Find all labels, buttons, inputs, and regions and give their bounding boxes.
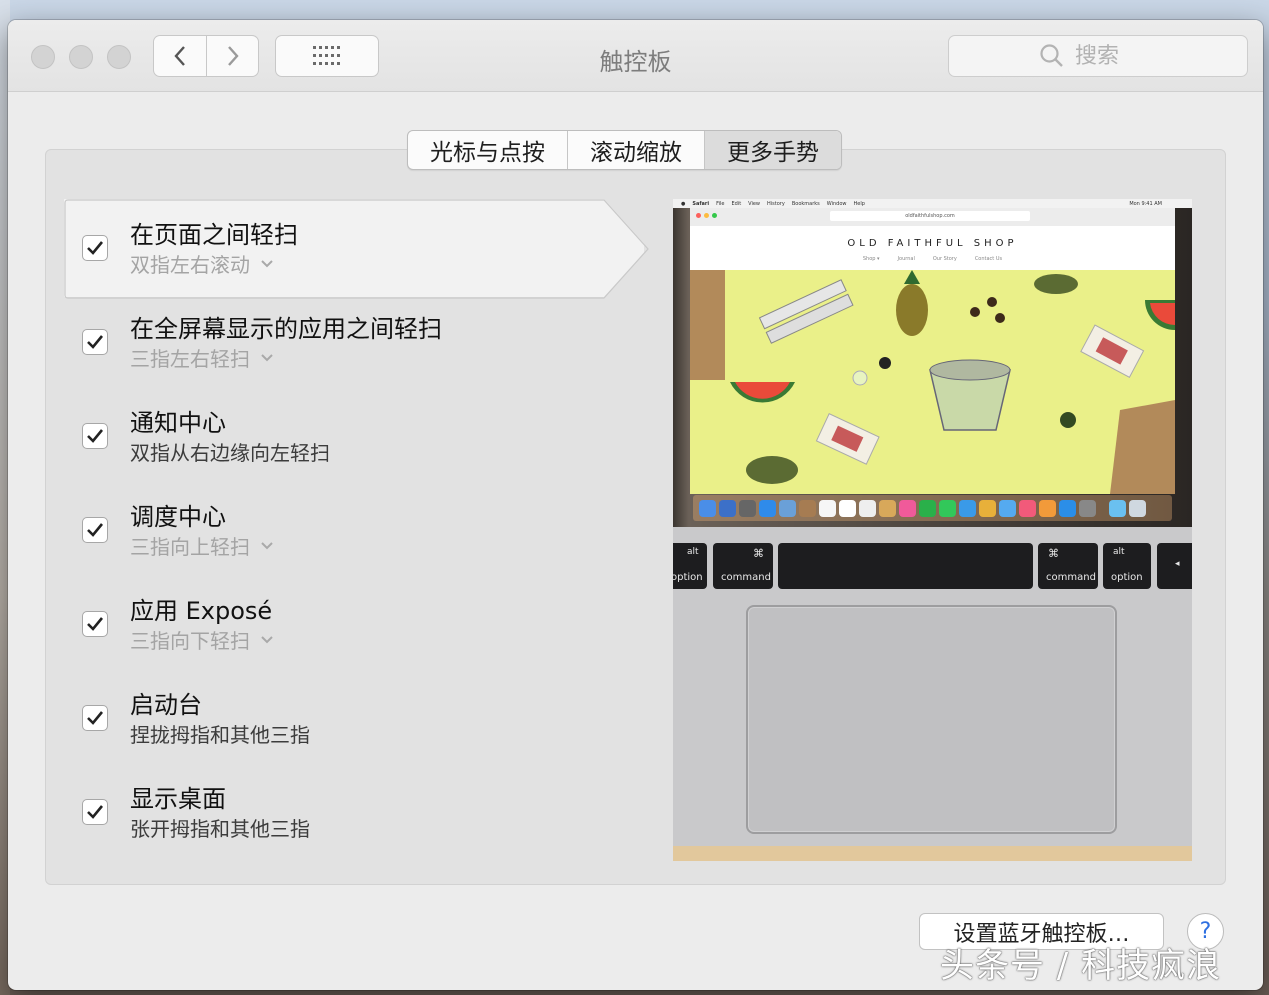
preview-menubar: ● Safari File Edit View History Bookmark… (673, 199, 1192, 208)
preview-keyboard: alt option ⌘ command ⌘ command alt optio… (673, 543, 1192, 593)
gesture-title: 应用 Exposé (130, 597, 273, 625)
tab-bar: 光标与点按 滚动缩放 更多手势 (407, 130, 842, 170)
gesture-subtitle: 双指左右滚动 (130, 253, 250, 277)
key-option-right: alt option (1103, 543, 1151, 589)
checkmark-icon (87, 617, 104, 631)
menubar-clock: Mon 9:41 AM (1129, 200, 1162, 207)
gesture-subtitle: 捏拢拇指和其他三指 (130, 723, 310, 747)
preview-browser-window: oldfaithfulshop.com OLD FAITHFUL SHOP Sh… (690, 208, 1175, 494)
key-arrow-left: ◂ (1157, 543, 1192, 589)
search-field[interactable] (948, 35, 1248, 77)
preview-screen: ● Safari File Edit View History Bookmark… (673, 199, 1192, 527)
search-input[interactable] (1073, 42, 1157, 70)
checkbox-notification-center[interactable] (82, 423, 108, 449)
watermark: 头条号 / 科技疯浪 (940, 946, 1222, 986)
menu-item: Bookmarks (791, 200, 820, 207)
checkbox-app-expose[interactable] (82, 611, 108, 637)
browser-address-bar: oldfaithfulshop.com (830, 211, 1030, 221)
gesture-title: 在页面之间轻扫 (130, 221, 298, 249)
preferences-window: 触控板 光标与点按 滚动缩放 更多手势 在页面之间轻扫 双指左右滚动 (8, 20, 1263, 990)
gesture-item-app-expose[interactable]: 应用 Exposé 三指向下轻扫 (64, 575, 644, 673)
checkmark-icon (87, 805, 104, 819)
gesture-item-mission-control[interactable]: 调度中心 三指向上轻扫 (64, 481, 644, 579)
preview-dock (693, 495, 1172, 521)
menu-item: Edit (731, 200, 742, 207)
product-illustration (690, 270, 1175, 494)
key-command-right: ⌘ command (1038, 543, 1098, 589)
gesture-item-show-desktop[interactable]: 显示桌面 张开拇指和其他三指 (64, 763, 644, 861)
menu-item: Window (826, 200, 847, 207)
gesture-subtitle-menu[interactable]: 三指左右轻扫 (130, 343, 274, 372)
checkbox-swipe-fullscreen-apps[interactable] (82, 329, 108, 355)
shop-header: OLD FAITHFUL SHOP Shop ▾ Journal Our Sto… (690, 226, 1175, 270)
gesture-subtitle: 三指左右轻扫 (130, 347, 250, 371)
shop-title: OLD FAITHFUL SHOP (847, 238, 1018, 249)
gesture-subtitle: 双指从右边缘向左轻扫 (130, 441, 330, 465)
browser-toolbar: oldfaithfulshop.com (690, 208, 1175, 227)
shop-nav-item: Shop ▾ (862, 256, 880, 262)
gesture-title: 启动台 (130, 691, 202, 719)
gesture-subtitle: 三指向下轻扫 (130, 629, 250, 653)
gesture-subtitle: 三指向上轻扫 (130, 535, 250, 559)
gesture-subtitle-menu[interactable]: 三指向上轻扫 (130, 531, 274, 560)
search-icon (1040, 44, 1063, 67)
gesture-item-launchpad[interactable]: 启动台 捏拢拇指和其他三指 (64, 669, 644, 767)
trackpad-illustration (746, 605, 1117, 834)
title-bar: 触控板 (8, 20, 1263, 92)
checkbox-launchpad[interactable] (82, 705, 108, 731)
chevron-down-icon (261, 259, 273, 267)
gesture-title: 在全屏幕显示的应用之间轻扫 (130, 315, 442, 343)
menu-item: File (716, 200, 725, 207)
checkmark-icon (87, 523, 104, 537)
key-option-left: alt option (673, 543, 707, 589)
shop-nav: Shop ▾ Journal Our Story Contact Us (690, 256, 1175, 262)
checkbox-mission-control[interactable] (82, 517, 108, 543)
menu-item: View (748, 200, 761, 207)
tab-scroll-zoom[interactable]: 滚动缩放 (568, 131, 705, 169)
gesture-preview-video: ● Safari File Edit View History Bookmark… (673, 199, 1192, 861)
gesture-title: 通知中心 (130, 409, 226, 437)
menu-item: Safari (692, 200, 710, 207)
checkmark-icon (87, 711, 104, 725)
tab-more-gestures[interactable]: 更多手势 (705, 131, 841, 169)
menu-item: Help (853, 200, 865, 207)
gesture-item-swipe-pages[interactable]: 在页面之间轻扫 双指左右滚动 (64, 199, 644, 297)
table-surface (673, 846, 1192, 861)
gesture-title: 显示桌面 (130, 785, 226, 813)
gesture-subtitle-menu[interactable]: 双指左右滚动 (130, 249, 274, 278)
checkmark-icon (87, 429, 104, 443)
product-photo (690, 270, 1175, 494)
shop-nav-item: Journal (897, 256, 915, 262)
checkbox-show-desktop[interactable] (82, 799, 108, 825)
gesture-subtitle: 张开拇指和其他三指 (130, 817, 310, 841)
menu-item: History (767, 200, 785, 207)
checkmark-icon (87, 241, 104, 255)
shop-nav-item: Contact Us (974, 256, 1003, 262)
gesture-title: 调度中心 (130, 503, 226, 531)
gesture-subtitle-menu[interactable]: 三指向下轻扫 (130, 625, 274, 654)
tab-point-click[interactable]: 光标与点按 (408, 131, 568, 169)
gesture-item-swipe-fullscreen-apps[interactable]: 在全屏幕显示的应用之间轻扫 三指左右轻扫 (64, 293, 644, 391)
checkmark-icon (87, 335, 104, 349)
shop-nav-item: Our Story (932, 256, 957, 262)
checkbox-swipe-pages[interactable] (82, 235, 108, 261)
key-space (778, 543, 1033, 589)
chevron-down-icon (261, 353, 273, 361)
key-command-left: ⌘ command (713, 543, 773, 589)
chevron-down-icon (261, 541, 273, 549)
chevron-down-icon (261, 635, 273, 643)
apple-logo-icon: ● (681, 200, 686, 207)
gesture-item-notification-center[interactable]: 通知中心 双指从右边缘向左轻扫 (64, 387, 644, 485)
